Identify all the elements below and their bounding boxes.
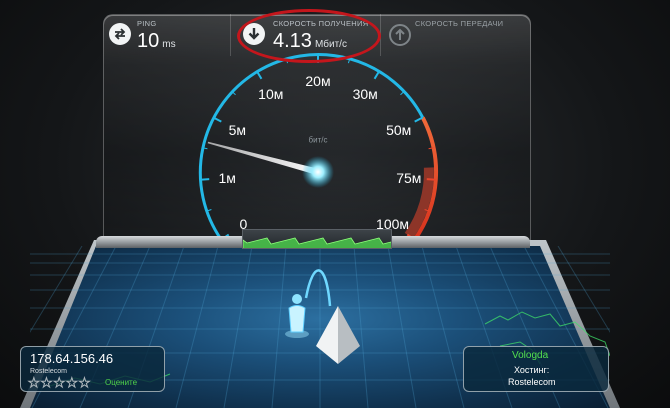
client-isp: Rostelecom bbox=[30, 368, 67, 375]
server-pyramid-icon bbox=[316, 306, 360, 364]
grid-line bbox=[271, 246, 287, 408]
highlight-annotation bbox=[237, 9, 381, 63]
client-ip: 178.64.156.46 bbox=[30, 351, 114, 366]
star-icon[interactable]: ★ bbox=[40, 376, 53, 390]
gauge-tick bbox=[255, 70, 263, 80]
gauge-tick bbox=[426, 178, 436, 181]
gauge-tick bbox=[200, 178, 210, 181]
gauge-scale-label: 1м bbox=[218, 169, 236, 186]
gauge-scale-label: 20м bbox=[305, 73, 331, 89]
speed-graph-fill bbox=[243, 237, 391, 248]
grid-line bbox=[175, 246, 219, 408]
speedtest-screen: PING 10 ms СКОРОСТЬ ПОЛУЧЕНИЯ 4.13 Мбит/с … bbox=[0, 0, 670, 408]
server-info-box: Vologda Хостинг: Rostelecom bbox=[463, 346, 609, 392]
client-info-box: 178.64.156.46 Rostelecom ★ ★ ★ ★ ★ Оцените bbox=[20, 346, 165, 392]
server-host: Rostelecom bbox=[508, 377, 556, 387]
gauge-tick bbox=[212, 116, 222, 123]
user-figure-icon bbox=[285, 294, 309, 338]
star-icon[interactable]: ★ bbox=[65, 376, 78, 390]
gauge-tick bbox=[414, 116, 424, 123]
gauge-unit-label: бит/с bbox=[308, 135, 328, 145]
gauge-scale-label: 10м bbox=[258, 86, 284, 103]
speed-graph-strip bbox=[242, 229, 392, 249]
star-icon[interactable]: ★ bbox=[78, 376, 91, 390]
grid-line bbox=[387, 246, 417, 408]
grid-line bbox=[223, 246, 253, 408]
gauge-scale-label: 5м bbox=[228, 121, 246, 138]
rating-stars[interactable]: ★ ★ ★ ★ ★ bbox=[28, 376, 91, 390]
gauge-scale-label: 30м bbox=[352, 86, 378, 103]
connection-beam bbox=[304, 269, 332, 307]
gauge-scale-label: 50м bbox=[386, 121, 412, 138]
gauge-scale-label: 75м bbox=[396, 169, 422, 186]
speed-graph bbox=[243, 237, 391, 248]
server-host-label: Хостинг: bbox=[514, 365, 550, 375]
star-icon[interactable]: ★ bbox=[28, 376, 41, 390]
rate-label[interactable]: Оцените bbox=[105, 378, 137, 387]
gauge-hub-glow bbox=[302, 156, 334, 188]
server-city: Vologda bbox=[512, 350, 549, 361]
star-icon[interactable]: ★ bbox=[53, 376, 66, 390]
grid-line bbox=[421, 246, 465, 408]
grid-line bbox=[353, 246, 369, 408]
gauge-tick bbox=[373, 70, 381, 80]
